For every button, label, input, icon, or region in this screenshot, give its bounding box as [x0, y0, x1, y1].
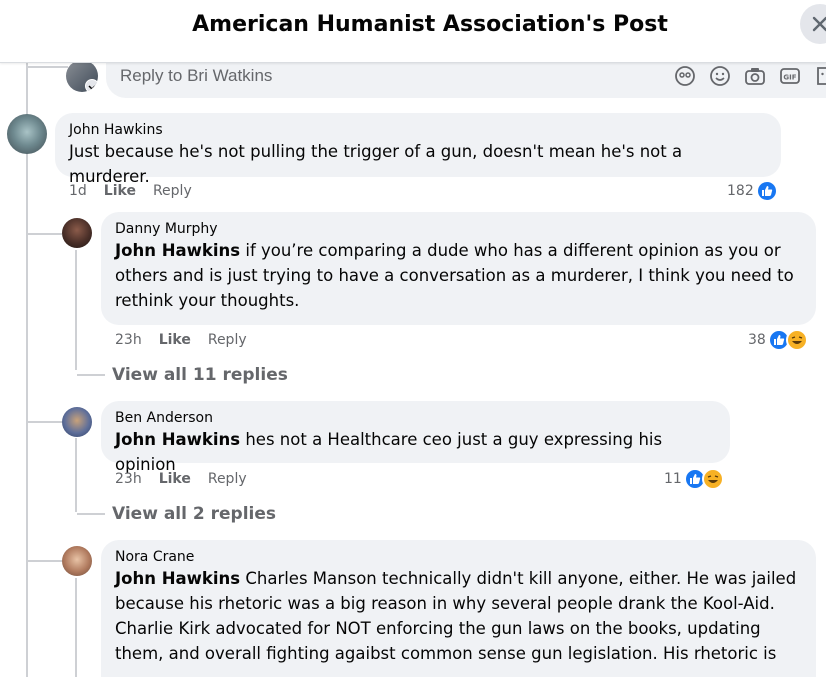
sticker-icon[interactable]	[814, 65, 826, 87]
comment-actions: 1d Like Reply	[69, 183, 192, 199]
reply-input[interactable]: Reply to Bri Watkins	[120, 66, 272, 86]
haha-reaction-icon	[785, 329, 808, 351]
reaction-summary[interactable]: 182	[727, 180, 778, 202]
comment-author[interactable]: Nora Crane	[115, 548, 802, 566]
comment-bubble: Nora Crane John Hawkins Charles Manson t…	[101, 540, 816, 677]
comment-text: John Hawkins Charles Manson technically …	[115, 566, 802, 666]
thread-line	[28, 66, 68, 68]
gif-icon[interactable]: GIF	[779, 65, 801, 87]
comment-timestamp[interactable]: 23h	[115, 471, 142, 487]
haha-reaction-icon	[701, 468, 724, 490]
reaction-count: 182	[727, 183, 754, 199]
chevron-down-icon[interactable]	[85, 79, 98, 92]
thread-line	[28, 233, 62, 235]
page-title: American Humanist Association's Post	[192, 12, 668, 37]
composer-toolbar: GIF	[674, 65, 826, 87]
avatar[interactable]	[62, 218, 92, 248]
thread-line	[75, 578, 77, 677]
avatar[interactable]	[62, 546, 92, 576]
reply-button[interactable]: Reply	[208, 332, 247, 348]
emoji-icon[interactable]	[709, 65, 731, 87]
comment-text: John Hawkins hes not a Healthcare ceo ju…	[115, 427, 716, 477]
comment-actions: 23h Like Reply	[115, 471, 247, 487]
comment-bubble: Ben Anderson John Hawkins hes not a Heal…	[101, 401, 730, 474]
comment-author[interactable]: Ben Anderson	[115, 409, 716, 427]
like-reaction-icon	[755, 180, 778, 202]
reaction-count: 38	[748, 332, 766, 348]
thread-line	[28, 560, 62, 562]
current-user-avatar[interactable]	[66, 60, 98, 92]
close-icon	[812, 16, 826, 32]
mention-link[interactable]: John Hawkins	[115, 569, 240, 588]
view-replies-link[interactable]: View all 11 replies	[112, 365, 288, 385]
thread-line	[77, 513, 105, 515]
post-header: American Humanist Association's Post	[0, 0, 826, 63]
like-button[interactable]: Like	[159, 471, 191, 487]
comment-bubble: Danny Murphy John Hawkins if you’re comp…	[101, 212, 816, 325]
comment-text: Just because he's not pulling the trigge…	[69, 142, 683, 186]
close-button[interactable]	[800, 4, 826, 44]
thread-line	[28, 421, 62, 423]
comment-actions: 23h Like Reply	[115, 332, 247, 348]
comment-text: John Hawkins if you’re comparing a dude …	[115, 238, 802, 313]
comment-timestamp[interactable]: 23h	[115, 332, 142, 348]
reaction-summary[interactable]: 11	[664, 468, 724, 490]
comment-bubble: John Hawkins Just because he's not pulli…	[55, 113, 781, 186]
reaction-summary[interactable]: 38	[748, 329, 808, 351]
comment-author[interactable]: John Hawkins	[69, 121, 767, 139]
comment-timestamp[interactable]: 1d	[69, 183, 87, 199]
avatar[interactable]	[62, 407, 92, 437]
reply-button[interactable]: Reply	[153, 183, 192, 199]
thread-line	[26, 63, 28, 677]
avatar[interactable]	[7, 114, 47, 154]
avatar-sticker-icon[interactable]	[674, 65, 696, 87]
thread-line	[75, 250, 77, 370]
mention-link[interactable]: John Hawkins	[115, 430, 240, 449]
like-button[interactable]: Like	[104, 183, 136, 199]
reply-button[interactable]: Reply	[208, 471, 247, 487]
svg-text:GIF: GIF	[783, 74, 796, 82]
like-button[interactable]: Like	[159, 332, 191, 348]
thread-line	[75, 438, 77, 512]
camera-icon[interactable]	[744, 65, 766, 87]
reaction-count: 11	[664, 471, 682, 487]
mention-link[interactable]: John Hawkins	[115, 241, 240, 260]
comment-author[interactable]: Danny Murphy	[115, 220, 802, 238]
thread-line	[77, 374, 105, 376]
view-replies-link[interactable]: View all 2 replies	[112, 504, 276, 524]
